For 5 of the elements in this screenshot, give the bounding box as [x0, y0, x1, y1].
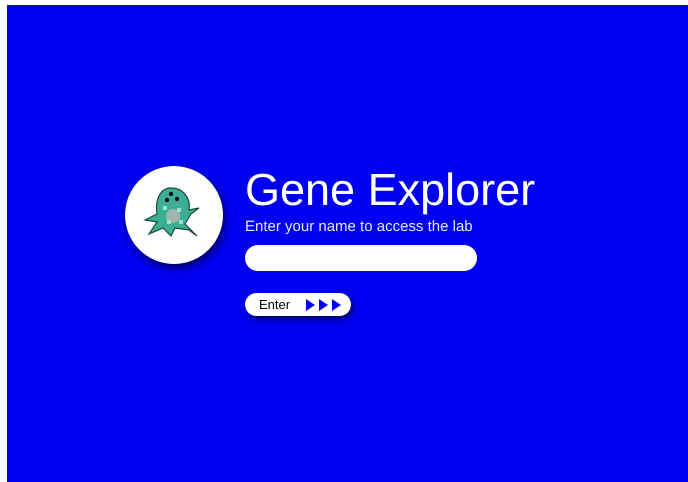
- enter-button[interactable]: Enter: [245, 293, 351, 316]
- name-field[interactable]: [245, 245, 477, 271]
- arrows-icon: [306, 298, 342, 310]
- subtitle: Enter your name to access the lab: [245, 218, 473, 236]
- app-title: Gene Explorer: [245, 164, 536, 216]
